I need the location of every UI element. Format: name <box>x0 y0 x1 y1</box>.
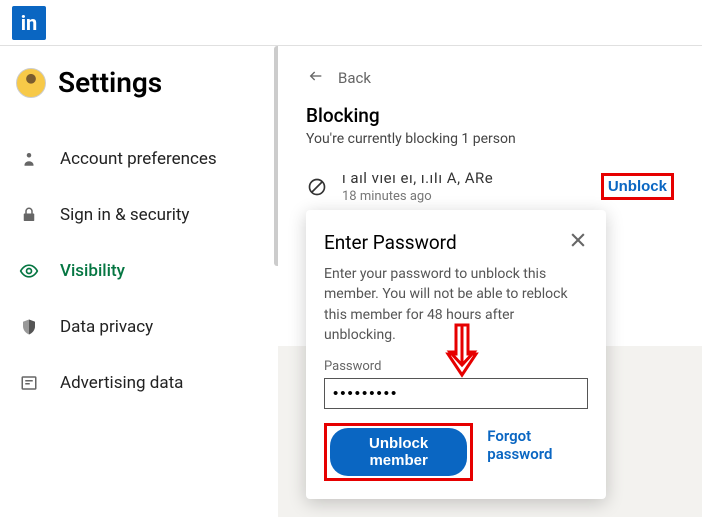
sidebar-item-label: Account preferences <box>60 149 217 169</box>
sidebar-item-advertising-data[interactable]: Advertising data <box>12 355 278 411</box>
sidebar-item-sign-in-security[interactable]: Sign in & security <box>12 187 278 243</box>
person-icon <box>18 150 40 168</box>
sidebar: Settings Account preferences Sign in & s… <box>0 46 278 517</box>
sidebar-item-label: Advertising data <box>60 373 183 393</box>
settings-header: Settings <box>12 66 278 99</box>
password-input[interactable] <box>324 378 588 409</box>
avatar[interactable] <box>16 68 46 98</box>
annotation-highlight: Unblock <box>601 173 674 200</box>
password-field-label: Password <box>324 359 588 374</box>
back-label: Back <box>338 69 371 87</box>
newspaper-icon <box>18 374 40 392</box>
page-title: Settings <box>58 66 162 99</box>
sidebar-item-data-privacy[interactable]: Data privacy <box>12 299 278 355</box>
blocked-icon <box>306 176 328 198</box>
forgot-password-link[interactable]: Forgot password <box>487 427 588 463</box>
shield-icon <box>18 318 40 336</box>
sidebar-item-visibility[interactable]: Visibility <box>12 243 278 299</box>
section-title: Blocking <box>306 104 674 127</box>
sidebar-item-label: Data privacy <box>60 317 153 337</box>
sidebar-item-account-preferences[interactable]: Account preferences <box>12 131 278 187</box>
back-button[interactable]: Back <box>306 68 674 88</box>
sidebar-item-label: Visibility <box>60 261 125 281</box>
topbar: in <box>0 0 702 46</box>
unblock-member-button[interactable]: Unblock member <box>330 428 467 476</box>
section-subtitle: You're currently blocking 1 person <box>306 131 674 147</box>
blocked-member-row: ı aıl vıeı eı, ı.ıIı A, ARe 18 minutes a… <box>306 169 674 204</box>
linkedin-logo[interactable]: in <box>12 6 46 40</box>
sidebar-item-label: Sign in & security <box>60 205 189 225</box>
modal-body-text: Enter your password to unblock this memb… <box>324 264 588 345</box>
close-icon[interactable] <box>568 230 588 254</box>
blocked-member-time: 18 minutes ago <box>342 189 493 204</box>
lock-icon <box>18 206 40 224</box>
annotation-highlight: Unblock member <box>324 423 473 481</box>
enter-password-modal: Enter Password Enter your password to un… <box>306 210 606 499</box>
unblock-button[interactable]: Unblock <box>608 178 667 195</box>
blocked-member-name: ı aıl vıeı eı, ı.ıIı A, ARe <box>342 169 493 187</box>
modal-title: Enter Password <box>324 231 457 254</box>
eye-icon <box>18 261 40 281</box>
arrow-left-icon <box>306 68 326 88</box>
